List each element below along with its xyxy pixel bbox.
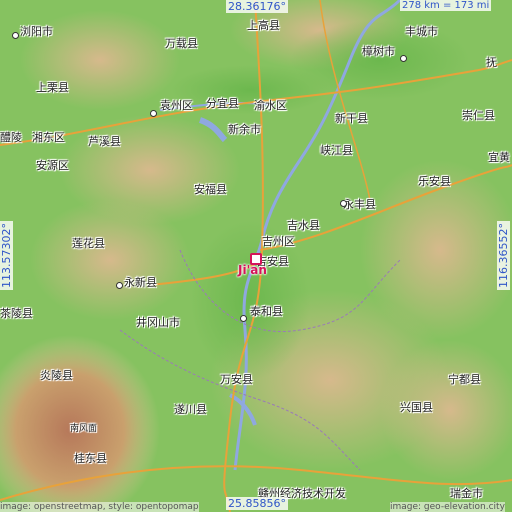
place-label: 乐安县	[418, 175, 451, 188]
place-label: 安源区	[36, 159, 69, 172]
place-label: 瑞金市	[450, 487, 483, 500]
place-label: 泰和县	[250, 305, 283, 318]
place-label: 芦溪县	[88, 135, 121, 148]
place-label: 崇仁县	[462, 109, 495, 122]
place-label: 井冈山市	[136, 316, 180, 329]
town-marker	[116, 282, 123, 289]
place-label: 浏阳市	[20, 25, 53, 38]
place-label: 新余市	[228, 123, 261, 136]
place-label: 永丰县	[343, 198, 376, 211]
place-label: 宜黄	[488, 151, 510, 164]
place-label: 安福县	[194, 183, 227, 196]
place-label: 醴陵	[0, 131, 22, 144]
place-label: 上栗县	[36, 81, 69, 94]
attribution-text-secondary: image: geo-elevation.city	[390, 502, 505, 512]
city-name: Ji'an	[238, 263, 267, 277]
place-label: 峡江县	[320, 144, 353, 157]
place-label: 宁都县	[448, 373, 481, 386]
place-label: 永新县	[124, 276, 157, 289]
north-coordinate: 28.36176°	[226, 0, 288, 13]
south-coordinate: 25.85856°	[226, 497, 288, 510]
west-coordinate: 113.57302°	[0, 221, 13, 290]
place-label: 兴国县	[400, 401, 433, 414]
town-marker	[240, 315, 247, 322]
town-marker	[400, 55, 407, 62]
place-label: 茶陵县	[0, 307, 33, 320]
place-label: 万载县	[165, 37, 198, 50]
place-label: 上高县	[247, 19, 280, 32]
map-scale: 278 km = 173 mi	[400, 0, 492, 11]
town-marker	[150, 110, 157, 117]
place-label: 桂东县	[74, 452, 107, 465]
east-coordinate: 116.36552°	[497, 221, 510, 290]
place-label: 吉水县	[287, 219, 320, 232]
place-label: 南风面	[70, 424, 98, 434]
place-label: 吉州区	[262, 235, 295, 248]
place-label: 遂川县	[174, 403, 207, 416]
place-label: 抚	[486, 56, 497, 69]
place-label: 莲花县	[72, 237, 105, 250]
place-label: 分宜县	[206, 97, 239, 110]
place-label: 万安县	[220, 373, 253, 386]
place-label: 丰城市	[405, 25, 438, 38]
place-label: 渝水区	[254, 99, 287, 112]
place-label: 樟树市	[362, 45, 395, 58]
place-label: 炎陵县	[40, 369, 73, 382]
place-label: 新干县	[335, 112, 368, 125]
attribution-text: image: openstreetmap, style: opentopomap	[0, 502, 199, 512]
place-label: 湘东区	[32, 131, 65, 144]
topographic-map[interactable]: 浏阳市 上高县 万载县 丰城市 樟树市 上栗县 袁州区 分宜县 渝水区 抚 醴陵…	[0, 0, 512, 512]
town-marker	[340, 200, 347, 207]
place-label: 袁州区	[160, 99, 193, 112]
town-marker	[12, 32, 19, 39]
